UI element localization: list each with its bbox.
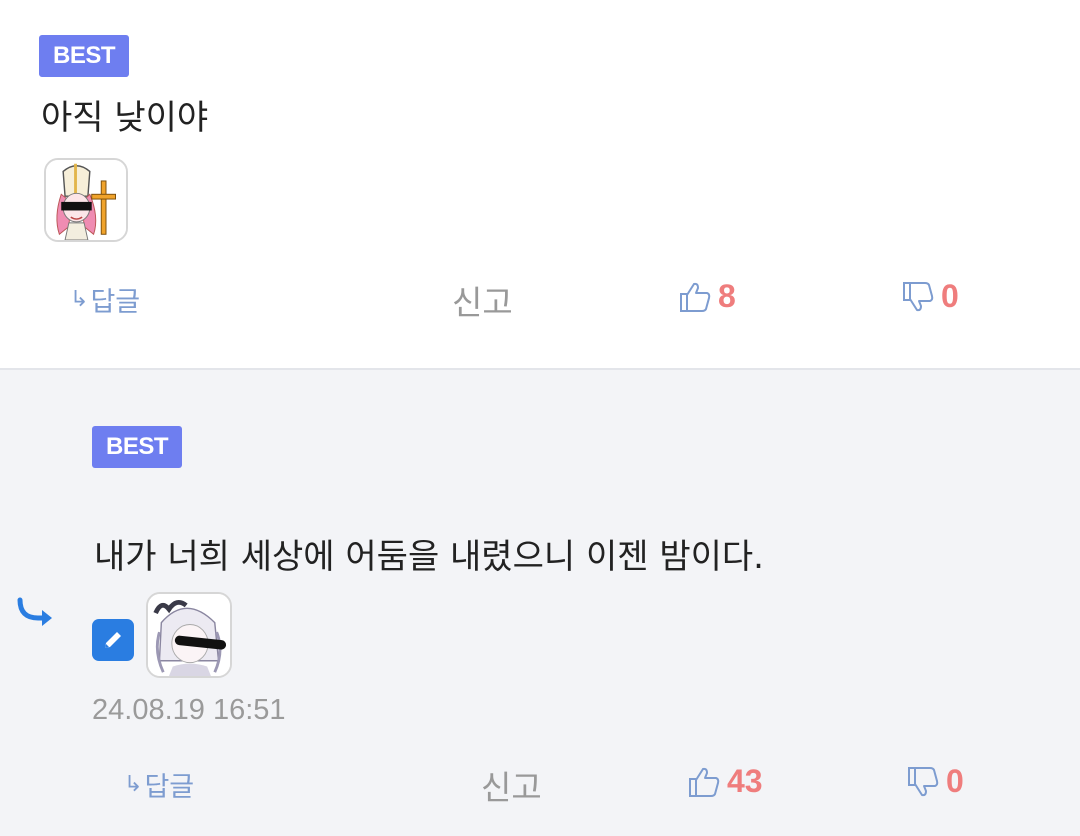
best-badge: BEST <box>92 426 183 468</box>
reply-button[interactable]: ↳ 답글 <box>70 280 140 319</box>
thumbs-down-icon <box>908 766 939 796</box>
comment-text: 내가 너희 세상에 어둠을 내렸으니 이젠 밤이다. <box>94 537 764 577</box>
reply-label: 답글 <box>90 287 141 318</box>
dislike-button[interactable]: 0 <box>906 763 964 800</box>
avatar-white-hair-girl-icon <box>148 594 230 676</box>
dislike-count: 0 <box>941 278 959 314</box>
report-button[interactable]: 신고 <box>452 276 513 324</box>
user-avatar[interactable] <box>146 592 232 678</box>
like-button[interactable]: 43 <box>687 763 763 800</box>
reply-arrow-icon <box>17 597 52 626</box>
dislike-button[interactable]: 0 <box>901 278 959 315</box>
report-label: 신고 <box>452 283 513 322</box>
reply-arrow-icon: ↳ <box>70 287 89 312</box>
pencil-icon[interactable] <box>92 619 134 661</box>
like-button[interactable]: 8 <box>678 278 736 315</box>
comment-text: 아직 낮이야 <box>41 98 209 138</box>
avatar-bishop-girl-icon <box>46 160 126 240</box>
best-badge: BEST <box>39 35 130 77</box>
dislike-count: 0 <box>946 763 964 799</box>
like-count: 8 <box>718 278 736 314</box>
thumbs-up-icon <box>689 767 720 797</box>
report-label: 신고 <box>481 768 542 807</box>
reply-arrow-icon: ↳ <box>124 772 143 797</box>
comment-timestamp: 24.08.19 16:51 <box>92 694 286 726</box>
reply-button[interactable]: ↳ 답글 <box>124 765 194 804</box>
like-count: 43 <box>727 763 763 799</box>
report-button[interactable]: 신고 <box>481 761 542 809</box>
thumbs-down-icon <box>903 281 934 311</box>
comment-1: BEST 아직 낮이야 ↳ 답글 신고 8 0 <box>0 0 1080 368</box>
thumbs-up-icon <box>680 282 711 312</box>
user-avatar[interactable] <box>44 158 128 242</box>
reply-label: 답글 <box>144 772 195 803</box>
